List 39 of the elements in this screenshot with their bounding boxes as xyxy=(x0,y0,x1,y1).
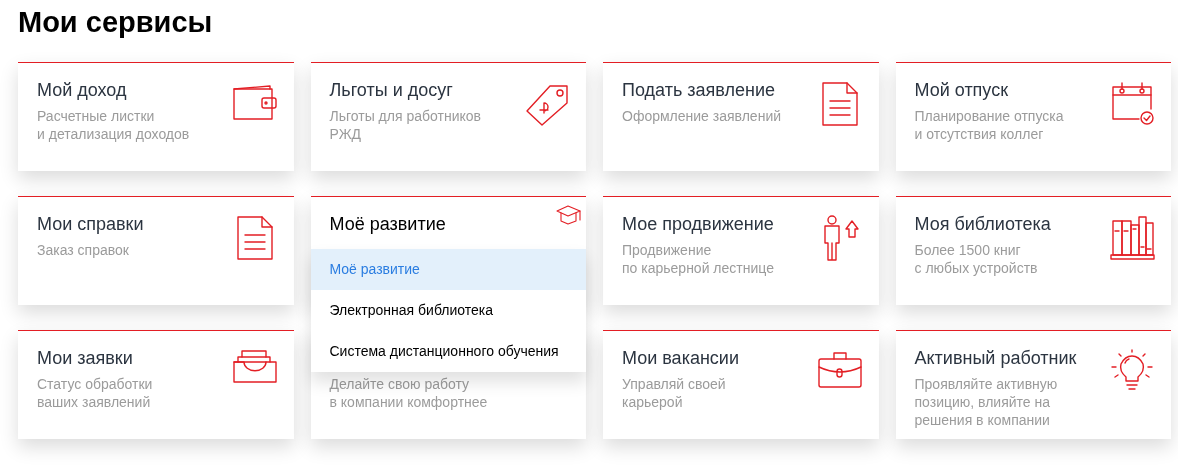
card-description: Льготы для работников РЖД xyxy=(329,107,481,143)
card-description: Оформление заявлений xyxy=(622,107,782,125)
card-description: Более 1500 книг с любых устройств xyxy=(914,241,1039,277)
card-title: Мое продвижение xyxy=(622,213,774,235)
service-card[interactable]: Мой доход Расчетные листки и детализация доходов xyxy=(18,62,294,171)
menu-item[interactable]: Система дистанционного обучения xyxy=(310,331,586,372)
card-title: Активный работник xyxy=(914,347,1077,369)
card-title: Льготы и досуг xyxy=(329,79,454,101)
card-description: Расчетные листки и детализация доходов xyxy=(37,107,190,143)
card-title: Мой доход xyxy=(37,79,128,101)
card-title: Мои вакансии xyxy=(622,347,739,369)
books-icon xyxy=(1109,215,1155,261)
page-title: Мои сервисы xyxy=(18,5,214,40)
card-title: Мои справки xyxy=(37,213,144,235)
card-description: Планирование отпуска и отсутствия коллег xyxy=(914,107,1064,143)
card-description: Проявляйте активную позицию, влияйте на решения в компании xyxy=(914,375,1059,429)
card-description: Статус обработки ваших заявлений xyxy=(37,375,153,411)
menu-item[interactable]: Электронная библиотека xyxy=(310,290,586,331)
card-title: Мой отпуск xyxy=(914,79,1010,101)
card-title: Подать заявление xyxy=(622,79,776,101)
service-card[interactable]: Мои справки Заказ справок xyxy=(18,196,294,305)
calendar-check-icon xyxy=(1109,81,1155,127)
service-card[interactable]: Льготы и досуг Льготы для работников РЖД xyxy=(310,62,586,171)
service-card[interactable]: Моя библиотека Более 1500 книг с любых устройств xyxy=(895,196,1171,305)
menu-item[interactable]: Моё развитие xyxy=(310,249,586,290)
card-title: Моя библиотека xyxy=(914,213,1051,235)
service-card[interactable]: Мое продвижение Продвижение по карьерной лестнице xyxy=(603,196,879,305)
service-card[interactable]: Активный работник Проявляйте активную позицию, влияйте на решения в компании xyxy=(895,330,1171,439)
card-title: Моё развитие xyxy=(329,213,446,236)
card-description: Заказ справок xyxy=(37,241,130,259)
service-card[interactable]: Мои заявки Статус обработки ваших заявлений xyxy=(18,330,294,439)
service-card[interactable]: Мои вакансии Управляй своей карьерой xyxy=(603,330,879,439)
service-card[interactable]: Мой отпуск Планирование отпуска и отсутствия коллег xyxy=(895,62,1171,171)
card-title: Мои заявки xyxy=(37,347,134,369)
graduation-cap-icon xyxy=(556,204,582,226)
service-card[interactable]: Подать заявление Оформление заявлений xyxy=(603,62,879,171)
card-description: Управляй своей карьерой xyxy=(622,375,727,411)
card-description: Продвижение по карьерной лестнице xyxy=(622,241,774,277)
card-description: Делайте свою работу в компании комфортнее xyxy=(329,375,488,411)
